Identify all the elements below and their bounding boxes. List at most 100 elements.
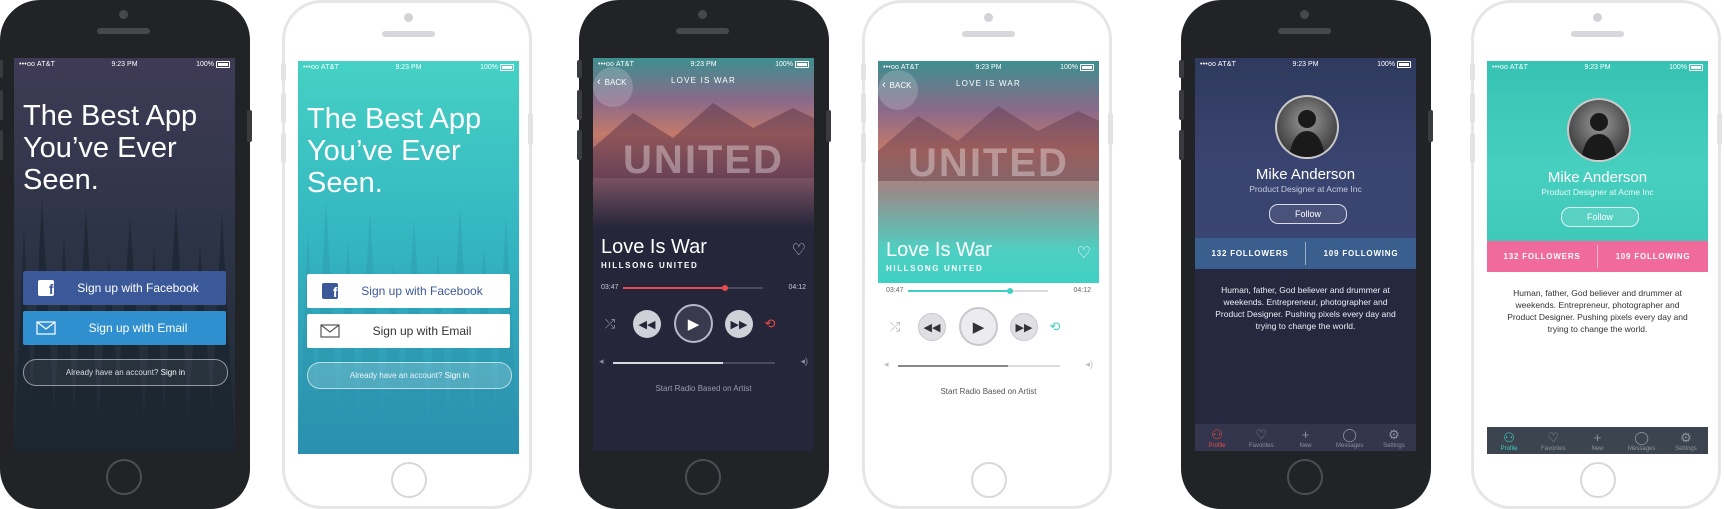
envelope-icon (319, 324, 340, 338)
phone-profile-teal: •••oo AT&T 9:23 PM 100% Mike Anderson Pr… (1470, 0, 1722, 509)
fast-forward-button[interactable]: ▶▶ (1010, 313, 1038, 341)
following-count[interactable]: 109 FOLLOWING (1306, 238, 1416, 269)
headline: The Best App You’ve Ever Seen. (307, 103, 482, 199)
tab-bar: ⚇ Profile ♡ Favorites + New ◯ Messages ⚙ Sett… (1195, 424, 1416, 451)
start-radio-link[interactable]: Start Radio Based on Artist (593, 384, 814, 393)
play-button[interactable]: ▶ (674, 304, 713, 343)
signin-button[interactable]: Already have an account? Sign in (307, 362, 512, 389)
heart-icon[interactable]: ♡ (1077, 243, 1091, 263)
tab-profile[interactable]: ⚇ Profile (1195, 424, 1239, 451)
speaker-grill (382, 31, 435, 37)
email-signup-label: Sign up with Email (88, 321, 188, 335)
volume-up-button (1470, 93, 1475, 123)
power-button (1428, 110, 1433, 142)
battery-icon (1397, 61, 1411, 68)
person-icon: ⚇ (1211, 427, 1223, 442)
shuffle-icon[interactable]: ⤮ (885, 317, 905, 337)
tab-settings[interactable]: ⚙ Settings (1372, 424, 1416, 451)
stats-bar: 132 FOLLOWERS 109 FOLLOWING (1487, 241, 1708, 272)
signin-link[interactable]: Sign in (161, 368, 185, 377)
progress-knob[interactable] (1007, 288, 1014, 294)
phone-player-light: UNITED •••oo AT&T 9:23 PM 100% ‹ BACK LOV… (861, 0, 1113, 509)
followers-count[interactable]: 132 FOLLOWERS (1487, 241, 1597, 272)
volume-slider[interactable] (898, 365, 1060, 367)
home-button[interactable] (685, 459, 721, 495)
remaining-time: 04:12 (788, 284, 806, 291)
gear-icon: ⚙ (1680, 430, 1692, 445)
rewind-icon: ◀◀ (923, 321, 941, 334)
home-button[interactable] (391, 462, 427, 498)
mute-switch (1470, 63, 1475, 81)
home-button[interactable] (1287, 459, 1323, 495)
tab-new[interactable]: + New (1575, 427, 1619, 454)
email-signup-button[interactable]: Sign up with Email (307, 314, 510, 348)
progress-bar[interactable] (908, 288, 1048, 294)
tab-favorites[interactable]: ♡ Favorites (1531, 427, 1575, 454)
volume-down-button (0, 130, 3, 160)
facebook-signup-label: Sign up with Facebook (361, 284, 483, 298)
facebook-icon: f (37, 280, 54, 296)
facebook-signup-button[interactable]: f Sign up with Facebook (23, 271, 226, 305)
signin-button[interactable]: Already have an account? Sign in (23, 359, 228, 386)
signin-link[interactable]: Sign in (445, 371, 469, 380)
artist-name: HILLSONG UNITED (601, 261, 699, 270)
volume-down-button (1179, 130, 1184, 160)
home-button[interactable] (971, 462, 1007, 498)
status-bar: •••oo AT&T 9:23 PM 100% (1487, 64, 1708, 76)
fast-forward-icon: ▶▶ (730, 318, 748, 331)
battery-icon (795, 61, 809, 68)
home-button[interactable] (1580, 462, 1616, 498)
following-count[interactable]: 109 FOLLOWING (1598, 241, 1708, 272)
person-icon: ⚇ (1503, 430, 1515, 445)
volume-slider[interactable] (613, 362, 775, 364)
rewind-button[interactable]: ◀◀ (633, 310, 661, 338)
phone-welcome-dark: •••oo AT&T 9:23 PM 100% The Best App You… (0, 0, 252, 509)
follow-button[interactable]: Follow (1269, 204, 1347, 224)
profile-bio: Human, father, God believer and drummer … (1215, 285, 1396, 331)
front-camera (119, 10, 128, 19)
progress-knob[interactable] (722, 285, 729, 291)
headline: The Best App You’ve Ever Seen. (23, 100, 198, 196)
play-button[interactable]: ▶ (959, 307, 998, 346)
heart-icon[interactable]: ♡ (792, 240, 806, 260)
speaker-grill (676, 28, 729, 34)
tab-settings[interactable]: ⚙ Settings (1664, 427, 1708, 454)
battery-icon (500, 64, 514, 71)
home-button[interactable] (106, 459, 142, 495)
profile-name: Mike Anderson (1255, 166, 1356, 183)
volume-low-icon: ◂ (599, 356, 604, 366)
tab-messages[interactable]: ◯ Messages (1620, 427, 1664, 454)
progress-fill (623, 287, 726, 289)
tab-favorites[interactable]: ♡ Favorites (1239, 424, 1283, 451)
speaker-grill (962, 31, 1015, 37)
tab-profile[interactable]: ⚇ Profile (1487, 427, 1531, 454)
rewind-button[interactable]: ◀◀ (918, 313, 946, 341)
power-button (528, 113, 533, 145)
front-camera (698, 10, 707, 19)
volume-down-button (1470, 133, 1475, 163)
follow-button[interactable]: Follow (1561, 207, 1639, 227)
mute-switch (281, 63, 286, 81)
power-button (826, 110, 831, 142)
start-radio-link[interactable]: Start Radio Based on Artist (878, 387, 1099, 396)
play-icon: ▶ (687, 315, 700, 333)
plus-icon: + (1593, 430, 1602, 445)
volume-up-button (281, 93, 286, 123)
followers-count[interactable]: 132 FOLLOWERS (1195, 238, 1305, 269)
tab-new[interactable]: + New (1283, 424, 1327, 451)
repeat-icon[interactable]: ⟲ (1045, 317, 1065, 337)
avatar[interactable] (1567, 98, 1631, 162)
shuffle-icon[interactable]: ⤮ (600, 314, 620, 334)
avatar[interactable] (1275, 95, 1339, 159)
email-signup-label: Sign up with Email (372, 324, 472, 338)
battery-icon (1080, 64, 1094, 71)
fast-forward-button[interactable]: ▶▶ (725, 310, 753, 338)
heart-icon: ♡ (1547, 430, 1560, 445)
email-signup-button[interactable]: Sign up with Email (23, 311, 226, 345)
progress-bar[interactable] (623, 285, 763, 291)
remaining-time: 04:12 (1073, 287, 1091, 294)
facebook-signup-button[interactable]: f Sign up with Facebook (307, 274, 510, 308)
repeat-icon[interactable]: ⟲ (760, 314, 780, 334)
nav-bar: ‹ BACK LOVE IS WAR (593, 67, 814, 107)
tab-messages[interactable]: ◯ Messages (1328, 424, 1372, 451)
